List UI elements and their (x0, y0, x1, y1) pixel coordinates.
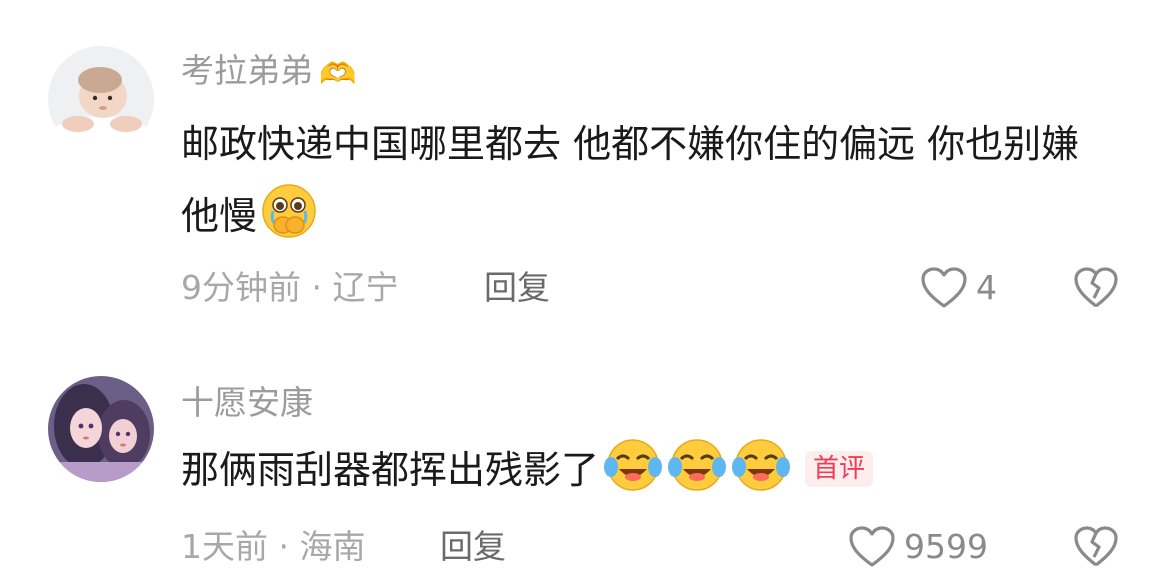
username[interactable]: 十愿安康 (181, 383, 313, 423)
tears-of-joy-icon (603, 437, 663, 516)
anime-avatar-image (48, 376, 154, 482)
heart-outline-icon (849, 526, 895, 567)
comment-meta: 1天前 · 海南 (181, 527, 366, 567)
dislike-button[interactable] (1073, 266, 1119, 314)
like-button[interactable]: 9599 (848, 525, 988, 569)
like-count: 9599 (904, 527, 988, 566)
heart-outline-icon (921, 267, 967, 308)
comment-text-body: 那俩雨刮器都挥出残影了 (181, 448, 600, 492)
crying-face-hands-over-mouth-icon (261, 183, 317, 262)
dislike-button[interactable] (1073, 525, 1119, 573)
username[interactable]: 考拉弟弟 🫶 (181, 51, 356, 95)
avatar-anime-girls[interactable] (48, 376, 154, 482)
like-count: 4 (976, 268, 997, 307)
broken-heart-icon (1074, 526, 1118, 567)
comment-text: 那俩雨刮器都挥出残影了 首评 (181, 434, 1101, 516)
comment-meta: 9分钟前 · 辽宁 (181, 268, 399, 308)
heart-hands-icon: 🫶 (319, 57, 357, 92)
tears-of-joy-icon (731, 437, 791, 516)
baby-avatar-image (48, 46, 154, 152)
broken-heart-icon (1074, 267, 1118, 308)
comment-time: 9分钟前 (181, 268, 301, 307)
comment-location: 辽宁 (332, 268, 399, 307)
meta-separator: · (311, 268, 323, 307)
username-text: 考拉弟弟 (181, 51, 313, 90)
tears-of-joy-icon (667, 437, 727, 516)
username-text: 十愿安康 (181, 383, 313, 422)
like-button[interactable]: 4 (920, 266, 997, 310)
comment-location: 海南 (299, 527, 366, 566)
reply-button[interactable]: 回复 (440, 527, 506, 567)
reply-button[interactable]: 回复 (484, 268, 550, 308)
avatar-baby[interactable] (48, 46, 154, 152)
meta-separator: · (278, 527, 290, 566)
first-comment-badge: 首评 (805, 451, 874, 487)
comment-time: 1天前 (181, 527, 268, 566)
comment-text: 邮政快递中国哪里都去 他都不嫌你住的偏远 你也别嫌他慢 (181, 108, 1101, 262)
